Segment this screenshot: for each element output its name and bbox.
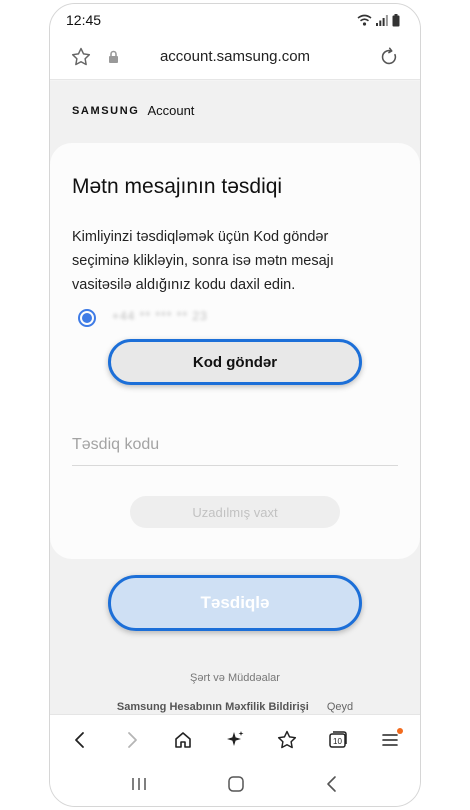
samsung-account-logo: SAMSUNG Account xyxy=(72,103,194,118)
brand-account: Account xyxy=(147,103,195,118)
extend-time-button[interactable]: Uzadılmış vaxt xyxy=(130,496,340,528)
page-title: Mətn mesajının təsdiqi xyxy=(72,175,283,198)
forward-icon[interactable] xyxy=(114,722,150,758)
ai-sparkle-icon[interactable] xyxy=(217,722,253,758)
page-content: SAMSUNG Account Mətn mesajının təsdiqi K… xyxy=(50,81,420,714)
home-icon[interactable] xyxy=(165,722,201,758)
note-link[interactable]: Qeyd xyxy=(327,701,353,713)
phone-frame: 12:45 account.samsung.com SAMSUNG Accoun… xyxy=(49,3,421,807)
bookmark-star-icon[interactable] xyxy=(269,722,305,758)
battery-icon xyxy=(392,13,400,26)
status-icons xyxy=(357,13,400,27)
home-nav-icon[interactable] xyxy=(227,775,245,798)
tabs-icon[interactable]: 10 xyxy=(320,722,356,758)
terms-link[interactable]: Şərt və Müddəalar xyxy=(50,672,420,684)
tabs-count: 10 xyxy=(333,737,342,746)
back-nav-icon[interactable] xyxy=(324,775,340,798)
status-time: 12:45 xyxy=(66,12,102,28)
url-text[interactable]: account.samsung.com xyxy=(50,48,420,65)
brand-samsung: SAMSUNG xyxy=(72,104,140,117)
reload-icon[interactable] xyxy=(378,46,400,73)
menu-icon[interactable] xyxy=(372,722,408,758)
verification-card: Mətn mesajının təsdiqi Kimliyinzi təsdiq… xyxy=(50,143,420,559)
verification-code-input[interactable]: Təsdiq kodu xyxy=(72,430,398,466)
system-nav-bar xyxy=(50,764,420,806)
masked-phone-number[interactable]: +44 ** *** ** 23 xyxy=(112,309,208,323)
code-placeholder: Təsdiq kodu xyxy=(72,436,160,453)
wifi-icon xyxy=(357,14,372,26)
status-bar: 12:45 xyxy=(50,4,420,36)
send-code-button[interactable]: Kod göndər xyxy=(108,339,362,385)
phone-radio-button[interactable] xyxy=(78,309,96,327)
notification-dot xyxy=(397,727,404,734)
confirm-button[interactable]: Təsdiqlə xyxy=(108,575,362,631)
radio-selected-dot xyxy=(82,313,92,323)
back-icon[interactable] xyxy=(62,722,98,758)
signal-icon xyxy=(376,15,388,26)
recent-apps-icon[interactable] xyxy=(130,776,148,797)
privacy-notice-link[interactable]: Samsung Hesabının Məxfilik Bildirişi xyxy=(117,701,309,713)
footer-links: Samsung Hesabının Məxfilik Bildirişi Qey… xyxy=(50,701,420,713)
browser-toolbar: 10 xyxy=(50,714,420,764)
instruction-text: Kimliyinzi təsdiqləmək üçün Kod göndər s… xyxy=(72,229,334,293)
url-bar: account.samsung.com xyxy=(50,36,420,80)
